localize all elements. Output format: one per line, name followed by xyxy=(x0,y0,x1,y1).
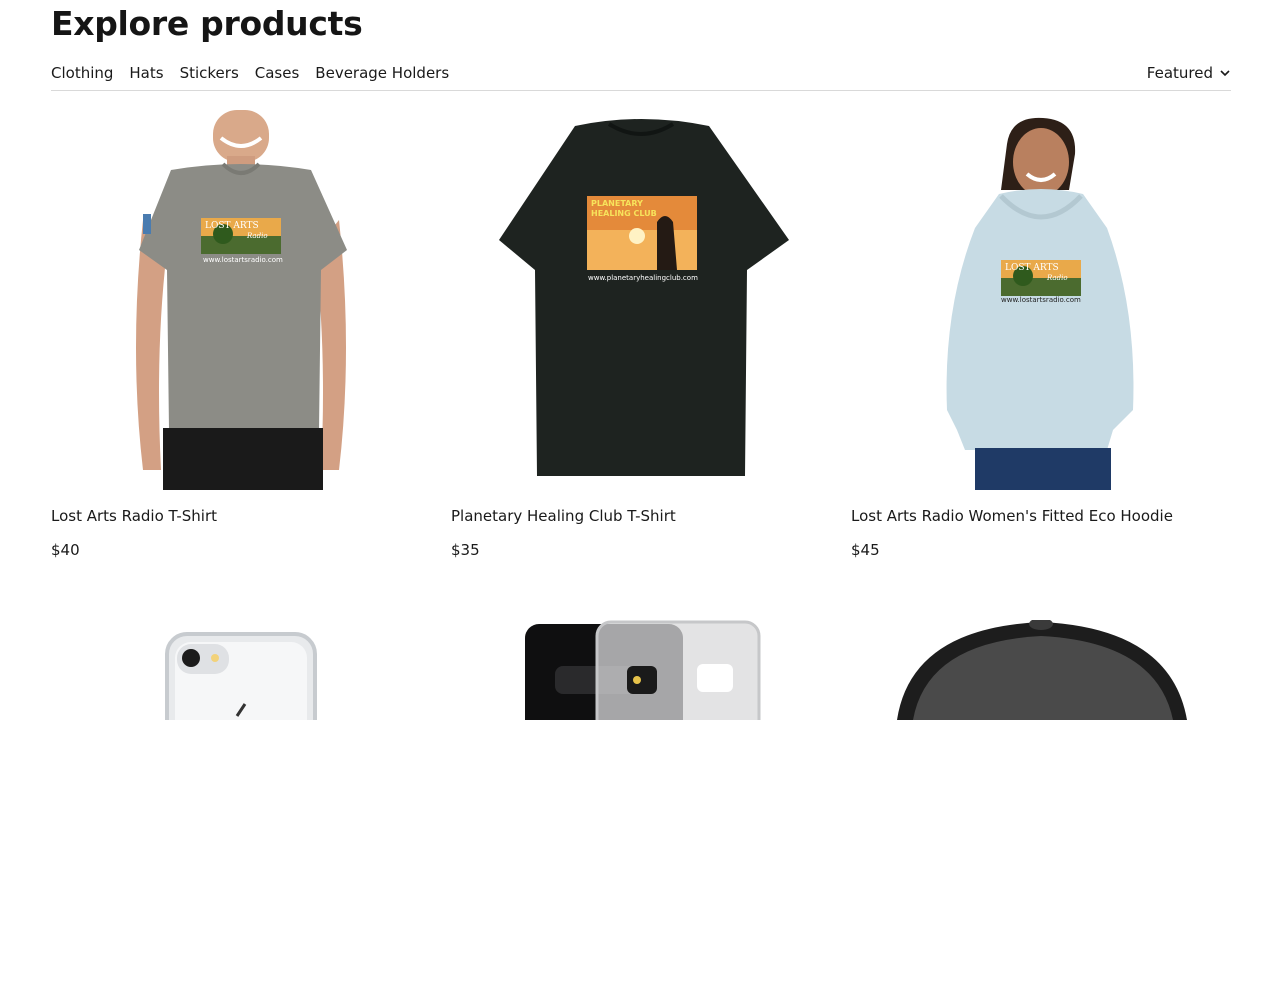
category-filters: Clothing Hats Stickers Cases Beverage Ho… xyxy=(51,59,449,87)
filter-cases[interactable]: Cases xyxy=(255,59,300,87)
product-card[interactable] xyxy=(451,620,831,1000)
product-price: $35 xyxy=(451,541,480,559)
print-sub: HEALING CLUB xyxy=(591,209,657,218)
product-image[interactable] xyxy=(851,620,1231,1000)
product-card[interactable]: PLANETARY HEALING CLUB www.planetaryheal… xyxy=(451,110,831,559)
sort-label: Featured xyxy=(1146,64,1213,82)
filter-bar: Clothing Hats Stickers Cases Beverage Ho… xyxy=(51,56,1231,91)
print-url: www.lostartsradio.com xyxy=(203,256,283,264)
print-sub: Radio xyxy=(1046,274,1068,282)
print-heading: PLANETARY xyxy=(591,199,643,208)
print-url: www.planetaryhealingclub.com xyxy=(588,274,698,282)
filter-clothing[interactable]: Clothing xyxy=(51,59,113,87)
print-heading: LOST ARTS xyxy=(205,221,259,231)
product-image[interactable] xyxy=(51,620,431,1000)
sort-dropdown[interactable]: Featured xyxy=(1147,59,1231,87)
print-sub: Radio xyxy=(246,232,268,240)
product-image[interactable]: PLANETARY HEALING CLUB www.planetaryheal… xyxy=(451,110,831,490)
product-card[interactable]: LOST ARTS Radio www.lostartsradio.com Lo… xyxy=(51,110,431,559)
product-card[interactable]: LOST ARTS Radio www.lostartsradio.com Lo… xyxy=(851,110,1231,559)
chevron-down-icon xyxy=(1220,70,1230,77)
page-title: Explore products xyxy=(51,4,363,43)
filter-stickers[interactable]: Stickers xyxy=(180,59,239,87)
filter-hats[interactable]: Hats xyxy=(129,59,163,87)
product-price: $40 xyxy=(51,541,80,559)
product-image[interactable]: LOST ARTS Radio www.lostartsradio.com xyxy=(851,110,1231,490)
product-card[interactable] xyxy=(51,620,431,1000)
print-heading: LOST ARTS xyxy=(1005,263,1059,273)
product-name[interactable]: Lost Arts Radio Women's Fitted Eco Hoodi… xyxy=(851,507,1173,525)
product-name[interactable]: Planetary Healing Club T-Shirt xyxy=(451,507,676,525)
print-url: www.lostartsradio.com xyxy=(1001,296,1081,304)
product-image[interactable]: LOST ARTS Radio www.lostartsradio.com xyxy=(51,110,431,490)
product-name[interactable]: Lost Arts Radio T-Shirt xyxy=(51,507,217,525)
product-image[interactable] xyxy=(451,620,831,1000)
product-card[interactable] xyxy=(851,620,1231,1000)
product-price: $45 xyxy=(851,541,880,559)
filter-beverage-holders[interactable]: Beverage Holders xyxy=(315,59,449,87)
